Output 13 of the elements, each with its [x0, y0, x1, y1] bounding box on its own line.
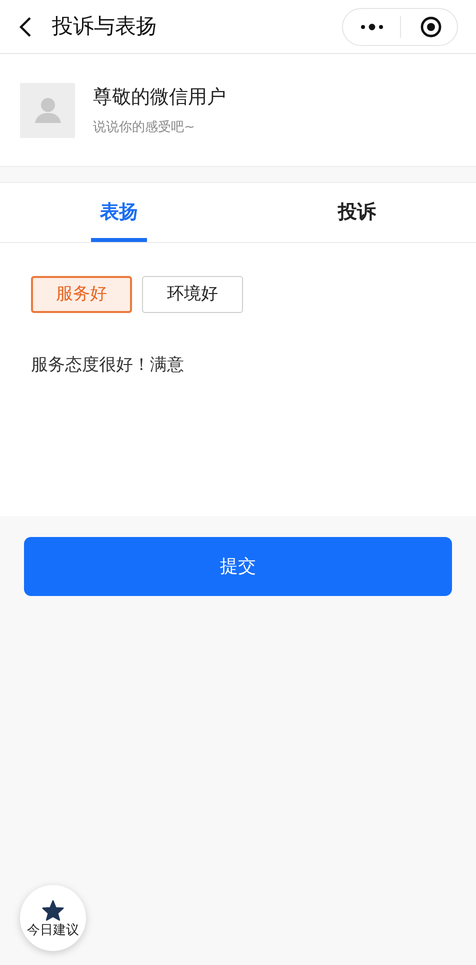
submit-button[interactable]: 提交: [24, 537, 452, 596]
page-title: 投诉与表扬: [52, 12, 157, 40]
tag-chip[interactable]: 环境好: [142, 276, 243, 313]
back-icon[interactable]: [18, 16, 32, 38]
tab[interactable]: 投诉: [238, 183, 476, 242]
subtitle: 说说你的感受吧~: [93, 118, 196, 136]
feedback-field[interactable]: 服务态度很好！满意: [0, 353, 476, 516]
avatar: [20, 82, 75, 138]
user-name: 尊敬的微信用户: [93, 85, 226, 110]
more-icon[interactable]: [360, 22, 384, 30]
suggestion-button[interactable]: 今日建议: [20, 885, 86, 951]
star-icon: [42, 900, 64, 920]
tab[interactable]: 表扬: [0, 183, 238, 242]
